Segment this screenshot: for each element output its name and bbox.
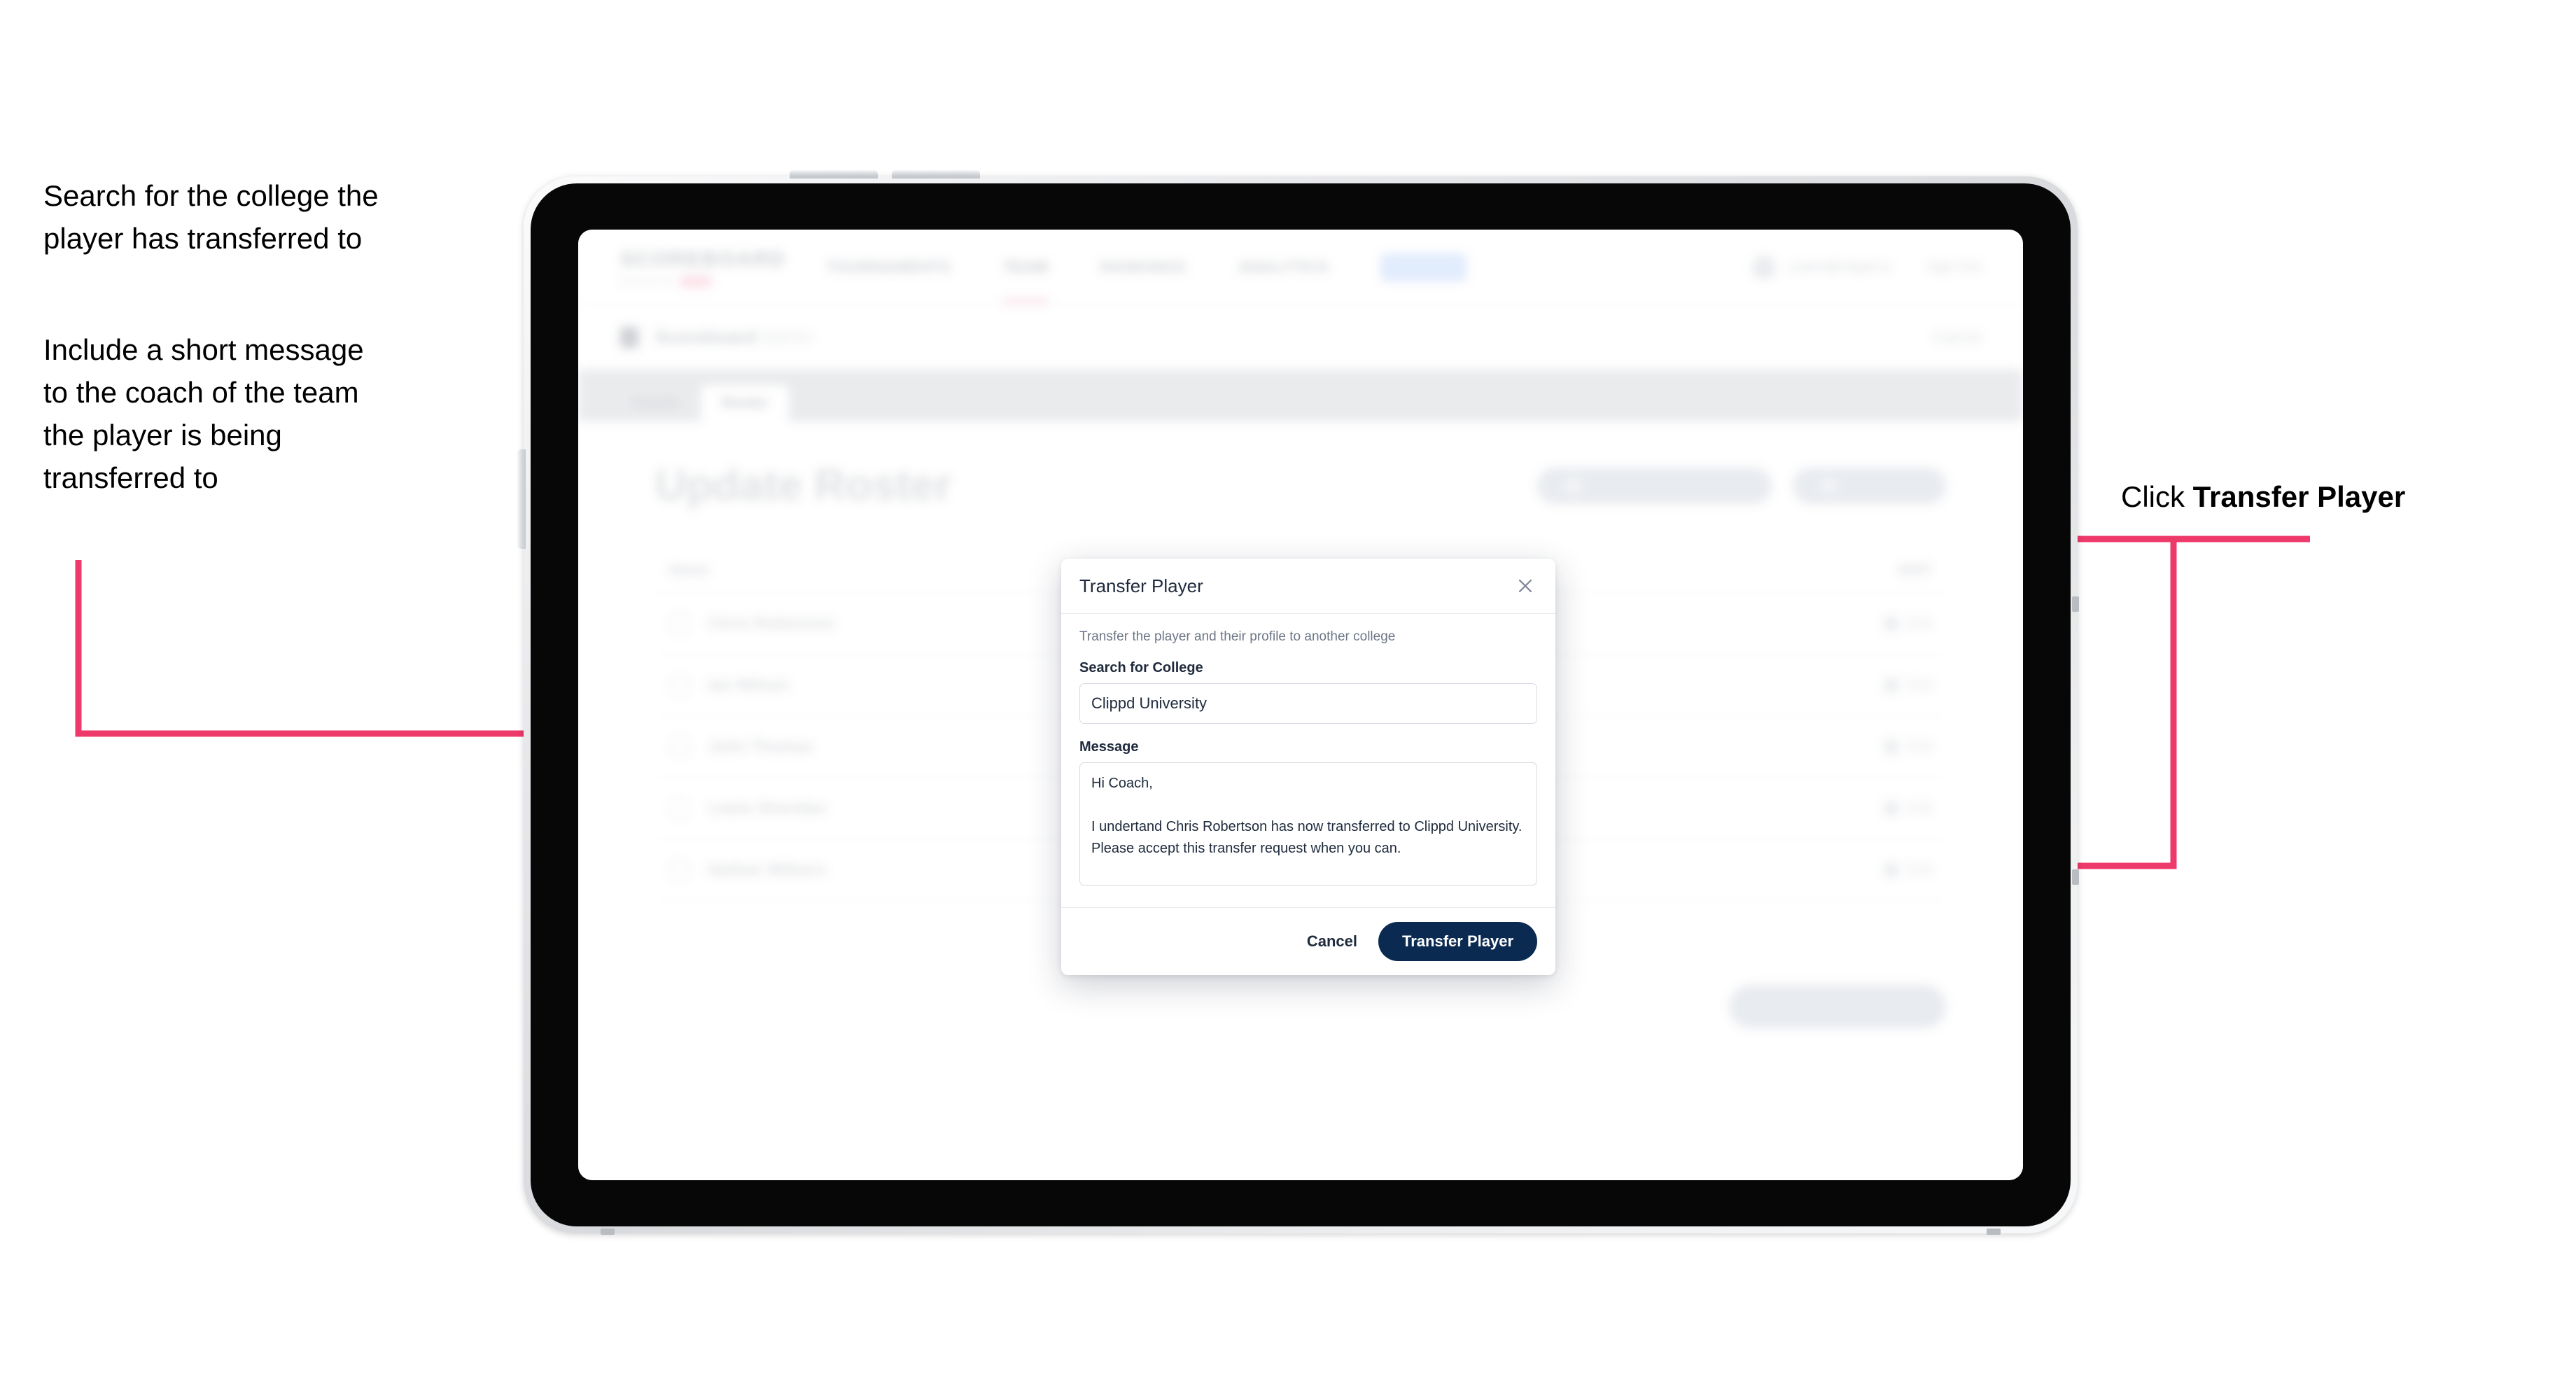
cancel-button[interactable]: Cancel: [1307, 932, 1357, 951]
annotation-right-bold: Transfer Player: [2192, 480, 2406, 513]
college-field-label: Search for College: [1079, 660, 1203, 676]
volume-up-button[interactable]: [790, 170, 878, 178]
annotation-right-prefix: Click: [2121, 480, 2193, 513]
antenna-band-bottom-left: [601, 1228, 615, 1235]
modal-title: Transfer Player: [1079, 575, 1203, 596]
message-textarea[interactable]: Hi Coach, I undertand Chris Robertson ha…: [1079, 762, 1537, 886]
modal-subtitle: Transfer the player and their profile to…: [1079, 629, 1396, 644]
tablet-device: SCOREBOARD powered by clippd TOURNAMENTS…: [517, 170, 2079, 1235]
college-field: Search for College: [1079, 660, 1537, 724]
close-icon[interactable]: [1513, 574, 1537, 598]
annotation-search-college: Search for the college the player has tr…: [43, 179, 379, 255]
transfer-player-button[interactable]: Transfer Player: [1378, 922, 1537, 961]
antenna-band-right-top: [2072, 596, 2079, 612]
message-field-label: Message: [1079, 739, 1139, 755]
transfer-player-modal: Transfer Player Transfer the player and …: [1061, 559, 1555, 975]
message-field: Message Hi Coach, I undertand Chris Robe…: [1079, 739, 1537, 889]
annotation-include-message: Include a short message to the coach of …: [43, 333, 364, 494]
screenshot-root: Search for the college the player has tr…: [0, 0, 2576, 1386]
modal-body: Transfer the player and their profile to…: [1061, 614, 1555, 907]
annotation-click-transfer: Click Transfer Player: [2121, 476, 2555, 519]
modal-header: Transfer Player: [1061, 559, 1555, 614]
antenna-band-bottom-right: [1987, 1228, 2001, 1235]
search-college-input[interactable]: [1079, 683, 1537, 724]
power-button[interactable]: [517, 449, 526, 549]
modal-footer: Cancel Transfer Player: [1061, 907, 1555, 975]
volume-down-button[interactable]: [892, 170, 980, 178]
antenna-band-right-bottom: [2072, 869, 2079, 885]
tablet-screen: SCOREBOARD powered by clippd TOURNAMENTS…: [578, 230, 2023, 1180]
